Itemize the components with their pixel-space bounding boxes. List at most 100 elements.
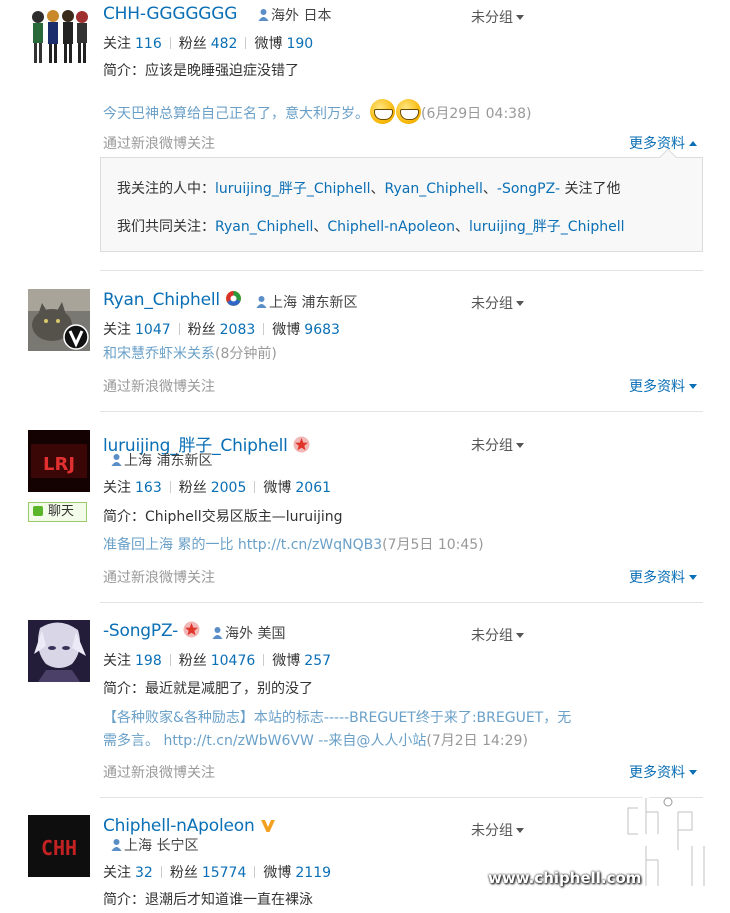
follow-label: 关注: [103, 480, 131, 496]
fans-count[interactable]: 2083: [220, 322, 256, 338]
user-bio: 简介：最近就是减肥了，别的没了: [103, 681, 313, 697]
color-wheel-icon: [225, 290, 242, 312]
divider: [100, 411, 703, 412]
weibo-label: 微博: [263, 480, 292, 496]
user-location: 上海 浦东新区: [111, 450, 212, 470]
divider: [100, 602, 703, 603]
fans-count[interactable]: 15774: [202, 865, 247, 881]
group-dropdown[interactable]: 未分组: [471, 625, 524, 645]
group-label: 未分组: [471, 438, 513, 454]
related-user-link[interactable]: Ryan_Chiphell: [385, 181, 483, 197]
user-location: 上海 浦东新区: [256, 292, 357, 312]
group-dropdown[interactable]: 未分组: [471, 435, 524, 455]
fans-label: 粉丝: [178, 36, 207, 52]
follow-source: 通过新浪微博关注: [103, 765, 215, 781]
user-location: 海外 美国: [212, 623, 285, 643]
divider: [100, 270, 703, 271]
more-info-toggle[interactable]: 更多资料: [629, 762, 697, 782]
avatar[interactable]: CHH: [28, 815, 90, 877]
user-nickname[interactable]: CHH-GGGGGGG: [103, 4, 237, 24]
follow-count[interactable]: 32: [135, 865, 153, 881]
follow-count[interactable]: 198: [135, 653, 162, 669]
avatar[interactable]: [28, 289, 90, 351]
related-user-link[interactable]: Ryan_Chiphell: [215, 219, 313, 235]
latest-post[interactable]: 【各种败家&各种励志】本站的标志-----BREGUET终于来了:BREGUET…: [103, 707, 623, 753]
fans-count[interactable]: 2005: [211, 480, 247, 496]
nickname-text: -SongPZ-: [103, 621, 179, 641]
fans-label: 粉丝: [187, 322, 216, 338]
panel-label: 我关注的人中：: [117, 181, 215, 197]
fans-label: 粉丝: [169, 865, 198, 881]
location-icon: [111, 453, 122, 466]
more-info-label: 更多资料: [629, 570, 685, 586]
latest-post[interactable]: 准备回上海 累的一比 http://t.cn/zWqNQB3(7月5日 10:4…: [103, 534, 484, 557]
grin-emoji-icon: [396, 99, 421, 124]
follow-label: 关注: [103, 653, 131, 669]
user-stats: 关注 163 粉丝 2005 微博 2061: [103, 477, 331, 497]
star-icon: [293, 436, 310, 458]
fans-label: 粉丝: [178, 653, 207, 669]
panel-label: 我们共同关注：: [117, 219, 215, 235]
location-icon: [212, 626, 223, 639]
follow-count[interactable]: 163: [135, 480, 162, 496]
post-time: (7月2日 14:29): [426, 733, 528, 749]
watermark-site-text: www.chiphell.com: [488, 869, 642, 887]
related-user-link[interactable]: luruijing_胖子_Chiphell: [215, 181, 371, 197]
avatar[interactable]: LRJ: [28, 430, 90, 492]
weibo-count[interactable]: 9683: [304, 322, 340, 338]
weibo-count[interactable]: 2061: [295, 480, 331, 496]
group-dropdown[interactable]: 未分组: [471, 293, 524, 313]
weibo-label: 微博: [254, 36, 283, 52]
location-text: 海外 美国: [225, 626, 286, 642]
avatar[interactable]: [28, 620, 90, 682]
post-text: 【各种败家&各种励志】本站的标志-----BREGUET终于来了:BREGUET…: [103, 710, 572, 726]
user-stats: 关注 1047 粉丝 2083 微博 9683: [103, 319, 340, 339]
weibo-count[interactable]: 2119: [295, 865, 331, 881]
related-user-link[interactable]: luruijing_胖子_Chiphell: [469, 219, 625, 235]
group-dropdown[interactable]: 未分组: [471, 7, 524, 27]
chevron-down-icon: [516, 301, 524, 306]
nickname-text: Chiphell-nApoleon: [103, 816, 255, 836]
post-text: 和宋慧乔虾米关系: [103, 346, 215, 362]
weibo-count[interactable]: 257: [304, 653, 331, 669]
follow-label: 关注: [103, 322, 131, 338]
more-info-label: 更多资料: [629, 765, 685, 781]
user-stats: 关注 32 粉丝 15774 微博 2119: [103, 862, 331, 882]
follow-source: 通过新浪微博关注: [103, 379, 215, 395]
fans-count[interactable]: 10476: [211, 653, 256, 669]
latest-post[interactable]: 今天巴神总算给自己正名了，意大利万岁。 (6月29日 04:38): [103, 99, 531, 126]
location-text: 海外 日本: [271, 8, 332, 24]
post-text: 需多言。 http://t.cn/zWbW6VW --来自@人人小站: [103, 733, 427, 749]
location-icon: [258, 8, 269, 21]
chat-button[interactable]: 聊天: [28, 502, 87, 522]
post-time: (8分钟前): [215, 346, 277, 362]
group-label: 未分组: [471, 628, 513, 644]
user-stats: 关注 198 粉丝 10476 微博 257: [103, 650, 331, 670]
post-time: (7月5日 10:45): [382, 537, 484, 553]
more-info-toggle[interactable]: 更多资料: [629, 567, 697, 587]
follow-count[interactable]: 116: [135, 36, 162, 52]
post-time: (6月29日 04:38): [421, 106, 532, 122]
more-info-toggle[interactable]: 更多资料: [629, 133, 697, 153]
chevron-up-icon: [689, 141, 697, 146]
related-user-link[interactable]: Chiphell-nApoleon: [327, 219, 455, 235]
location-icon: [256, 295, 267, 308]
user-bio: 简介：退潮后才知道谁一直在裸泳: [103, 892, 313, 908]
weibo-count[interactable]: 190: [286, 36, 313, 52]
latest-post[interactable]: 和宋慧乔虾米关系(8分钟前): [103, 343, 277, 366]
common-follow-line: 我们共同关注：Ryan_Chiphell、Chiphell-nApoleon、l…: [117, 219, 625, 235]
followed-by-line: 我关注的人中：luruijing_胖子_Chiphell、Ryan_Chiphe…: [117, 181, 621, 197]
avatar[interactable]: [28, 5, 90, 67]
follow-count[interactable]: 1047: [135, 322, 171, 338]
chat-label: 聊天: [48, 504, 75, 519]
follow-label: 关注: [103, 36, 131, 52]
fans-count[interactable]: 482: [211, 36, 238, 52]
related-user-link[interactable]: -SongPZ-: [497, 181, 560, 197]
more-info-toggle[interactable]: 更多资料: [629, 376, 697, 396]
user-nickname[interactable]: Ryan_Chiphell: [103, 290, 242, 312]
user-nickname[interactable]: -SongPZ-: [103, 621, 200, 643]
weibo-label: 微博: [263, 865, 292, 881]
group-label: 未分组: [471, 296, 513, 312]
location-text: 上海 浦东新区: [269, 295, 358, 311]
chevron-down-icon: [516, 15, 524, 20]
